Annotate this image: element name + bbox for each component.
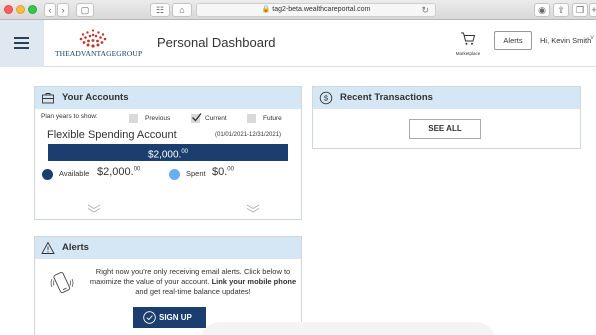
alerts-title: Alerts <box>62 242 89 253</box>
new-tab-button[interactable]: + <box>589 3 596 17</box>
tabs-icon[interactable]: ❐ <box>572 3 588 17</box>
spent-legend-dot <box>169 169 180 180</box>
accounts-title: Your Accounts <box>62 92 129 103</box>
account-name[interactable]: Flexible Spending Account <box>47 129 177 141</box>
bottom-overlay <box>200 322 496 335</box>
hamburger-menu-icon[interactable] <box>0 20 44 67</box>
share-icon[interactable]: ⇧ <box>553 3 569 17</box>
extension-icon[interactable]: ◉ <box>534 3 550 17</box>
minimize-window-button[interactable] <box>16 5 25 14</box>
top-sites-icon[interactable]: ☷ <box>150 3 170 17</box>
available-amount: $2,000.00 <box>97 166 141 178</box>
back-button[interactable]: ‹ <box>44 3 56 17</box>
alerts-panel: Alerts Right now you're only receiving e… <box>34 236 302 335</box>
spent-label: Spent <box>186 169 206 178</box>
accounts-panel: Your Accounts Plan years to show: Previo… <box>34 86 302 220</box>
transactions-panel-header: $ Recent Transactions <box>313 87 580 109</box>
previous-label: Previous <box>145 115 171 122</box>
dollar-circle-icon: $ <box>319 91 333 105</box>
account-date-range: (01/01/2021-12/31/2021) <box>215 132 282 138</box>
future-checkbox[interactable] <box>247 114 256 123</box>
transactions-title: Recent Transactions <box>340 92 433 103</box>
sign-up-label: SIGN UP <box>159 313 192 322</box>
logo-fan-icon <box>79 29 107 48</box>
url-text: tag2-beta.wealthcareportal.com <box>272 6 371 13</box>
mobile-phone-icon <box>50 271 74 294</box>
current-checkbox[interactable] <box>191 113 202 123</box>
alerts-message: Right now you're only receiving email al… <box>89 267 297 296</box>
warning-icon <box>41 241 55 254</box>
chevron-down-icon[interactable]: ˅ <box>590 35 594 42</box>
balance-cents: 00 <box>181 149 189 155</box>
zoom-window-button[interactable] <box>28 5 37 14</box>
browser-toolbar: ‹ › ▢ ☷ ⌂ 🔒 tag2-beta.wealthcareportal.c… <box>0 0 596 20</box>
expand-chevron-icon-right[interactable] <box>246 203 260 213</box>
available-legend-dot <box>42 169 53 180</box>
sign-up-button[interactable]: SIGN UP <box>133 307 206 328</box>
plan-years-label: Plan years to show: <box>41 113 98 120</box>
expand-chevron-icon[interactable] <box>87 203 101 213</box>
advantage-group-logo[interactable]: THEADVANTAGEGROUP <box>55 28 142 60</box>
page-title: Personal Dashboard <box>157 35 276 50</box>
see-all-button[interactable]: SEE ALL <box>409 119 481 139</box>
reload-icon[interactable]: ↻ <box>421 4 429 16</box>
alerts-panel-header: Alerts <box>35 237 301 259</box>
balance-amount: $2,000. <box>147 149 182 161</box>
check-circle-icon <box>143 311 156 324</box>
home-icon[interactable]: ⌂ <box>172 3 192 17</box>
spent-amount: $0.00 <box>212 166 234 178</box>
svg-text:$: $ <box>324 94 329 103</box>
previous-checkbox[interactable] <box>129 114 138 123</box>
address-bar[interactable]: 🔒 tag2-beta.wealthcareportal.com ↻ <box>196 3 436 17</box>
app-header: THEADVANTAGEGROUP Personal Dashboard Mar… <box>0 20 596 67</box>
checkmark-icon <box>192 113 202 122</box>
transactions-panel: $ Recent Transactions SEE ALL <box>312 86 581 149</box>
future-label: Future <box>263 115 282 122</box>
alerts-button[interactable]: Alerts <box>494 31 532 50</box>
marketplace-label: Marketplace <box>455 51 481 56</box>
available-label: Available <box>59 169 90 178</box>
sidebar-toggle-icon[interactable]: ▢ <box>76 3 94 17</box>
lock-icon: 🔒 <box>261 6 271 13</box>
close-window-button[interactable] <box>4 5 13 14</box>
cart-icon <box>461 32 476 45</box>
marketplace-link[interactable]: Marketplace <box>455 28 481 60</box>
briefcase-icon <box>42 93 54 104</box>
user-menu-greeting[interactable]: Hi, Kevin Smith <box>540 36 591 45</box>
current-label: Current <box>205 115 227 122</box>
accounts-panel-header: Your Accounts <box>35 87 301 109</box>
balance-bar: $2,000.00 <box>48 144 288 161</box>
forward-button[interactable]: › <box>57 3 69 17</box>
